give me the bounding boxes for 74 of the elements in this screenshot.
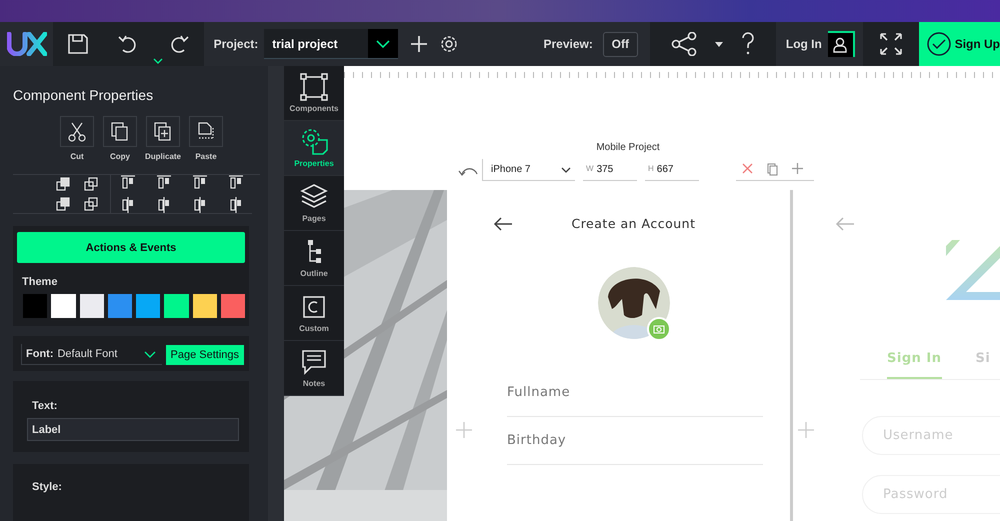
align-icon[interactable] <box>156 197 172 213</box>
text-input[interactable]: Label <box>27 418 239 441</box>
signup-button[interactable]: Sign Up <box>918 22 1000 66</box>
login-link[interactable]: Log In <box>786 37 822 51</box>
caret-icon[interactable] <box>153 58 164 64</box>
settings-icon[interactable] <box>440 35 458 53</box>
logo-icon <box>946 240 1000 300</box>
height-field[interactable]: H 667 <box>645 159 699 181</box>
device-dropdown[interactable]: iPhone 7 <box>482 159 575 181</box>
caret-icon[interactable] <box>714 42 723 46</box>
layer-order-icon[interactable] <box>56 197 70 211</box>
fullscreen-icon[interactable] <box>879 32 904 56</box>
color-swatch[interactable] <box>80 294 104 318</box>
project-label: Project: <box>214 37 258 51</box>
sidebar-tab[interactable]: Components <box>284 66 344 121</box>
color-swatch[interactable] <box>108 294 132 318</box>
avatar <box>598 267 670 339</box>
align-icon[interactable] <box>192 197 208 213</box>
note-icon <box>299 348 329 376</box>
text-field[interactable]: Fullname <box>507 369 763 417</box>
share-icon[interactable] <box>670 32 697 56</box>
screen-title: Create an Account <box>571 216 696 231</box>
chevron-icon <box>561 166 571 172</box>
color-swatch[interactable] <box>51 294 76 318</box>
components-icon <box>299 73 329 101</box>
align-icon[interactable] <box>120 197 136 213</box>
layer-order-icon[interactable] <box>84 177 98 191</box>
align-icon[interactable] <box>192 175 208 191</box>
page-settings-button[interactable]: Page Settings <box>166 344 244 364</box>
close-icon[interactable] <box>742 163 753 174</box>
color-swatch[interactable] <box>192 294 217 318</box>
layer-order-icon[interactable] <box>56 177 70 191</box>
user-icon[interactable] <box>828 31 855 57</box>
preview-toggle[interactable]: Off <box>602 32 638 56</box>
color-swatch[interactable] <box>220 294 245 318</box>
project-dropdown[interactable]: trial project <box>264 29 398 59</box>
layer-order-icon[interactable] <box>84 197 98 211</box>
color-swatch[interactable] <box>136 294 160 318</box>
color-swatch[interactable] <box>164 294 188 318</box>
align-icon[interactable] <box>228 197 244 213</box>
align-icon[interactable] <box>228 175 244 191</box>
preview-label: Preview: <box>543 37 593 51</box>
theme-label: Theme <box>22 276 58 288</box>
text-label: Text: <box>32 400 58 412</box>
chevron-icon <box>144 350 156 358</box>
copy-icon <box>111 122 129 142</box>
color-swatch[interactable] <box>23 294 48 318</box>
sidebar-tab[interactable]: Outline <box>284 231 344 286</box>
sidebar-tab[interactable]: Notes <box>284 341 344 396</box>
logo-icon <box>6 32 47 56</box>
align-icon[interactable] <box>120 175 136 191</box>
sidebar-tab[interactable]: Pages <box>284 176 344 231</box>
sidebar-tab[interactable]: Properties <box>284 121 344 176</box>
back-arrow-icon[interactable] <box>493 217 513 231</box>
align-icon[interactable] <box>156 175 172 191</box>
panel-title: Component Properties <box>13 87 154 103</box>
paste-icon <box>197 122 215 142</box>
font-dropdown[interactable]: Font: Default Font <box>21 344 162 365</box>
gear-icon <box>299 128 329 156</box>
save-icon[interactable] <box>67 33 90 55</box>
layers-icon <box>299 183 329 211</box>
sidebar-tab[interactable]: Custom <box>284 286 344 341</box>
help-icon[interactable] <box>740 32 755 56</box>
actions-events-button[interactable]: Actions & Events <box>17 232 245 263</box>
scrollbar[interactable] <box>268 66 284 521</box>
copy-icon[interactable] <box>767 163 778 176</box>
project-title: Mobile Project <box>595 142 661 153</box>
style-label: Style: <box>32 481 63 493</box>
duplicate-icon <box>154 122 172 142</box>
chevron-icon <box>376 40 390 48</box>
width-field[interactable]: W 375 <box>583 159 637 181</box>
text-field[interactable]: Birthday <box>507 417 763 465</box>
scissors-icon <box>68 122 86 142</box>
check-circle-icon <box>926 32 951 56</box>
